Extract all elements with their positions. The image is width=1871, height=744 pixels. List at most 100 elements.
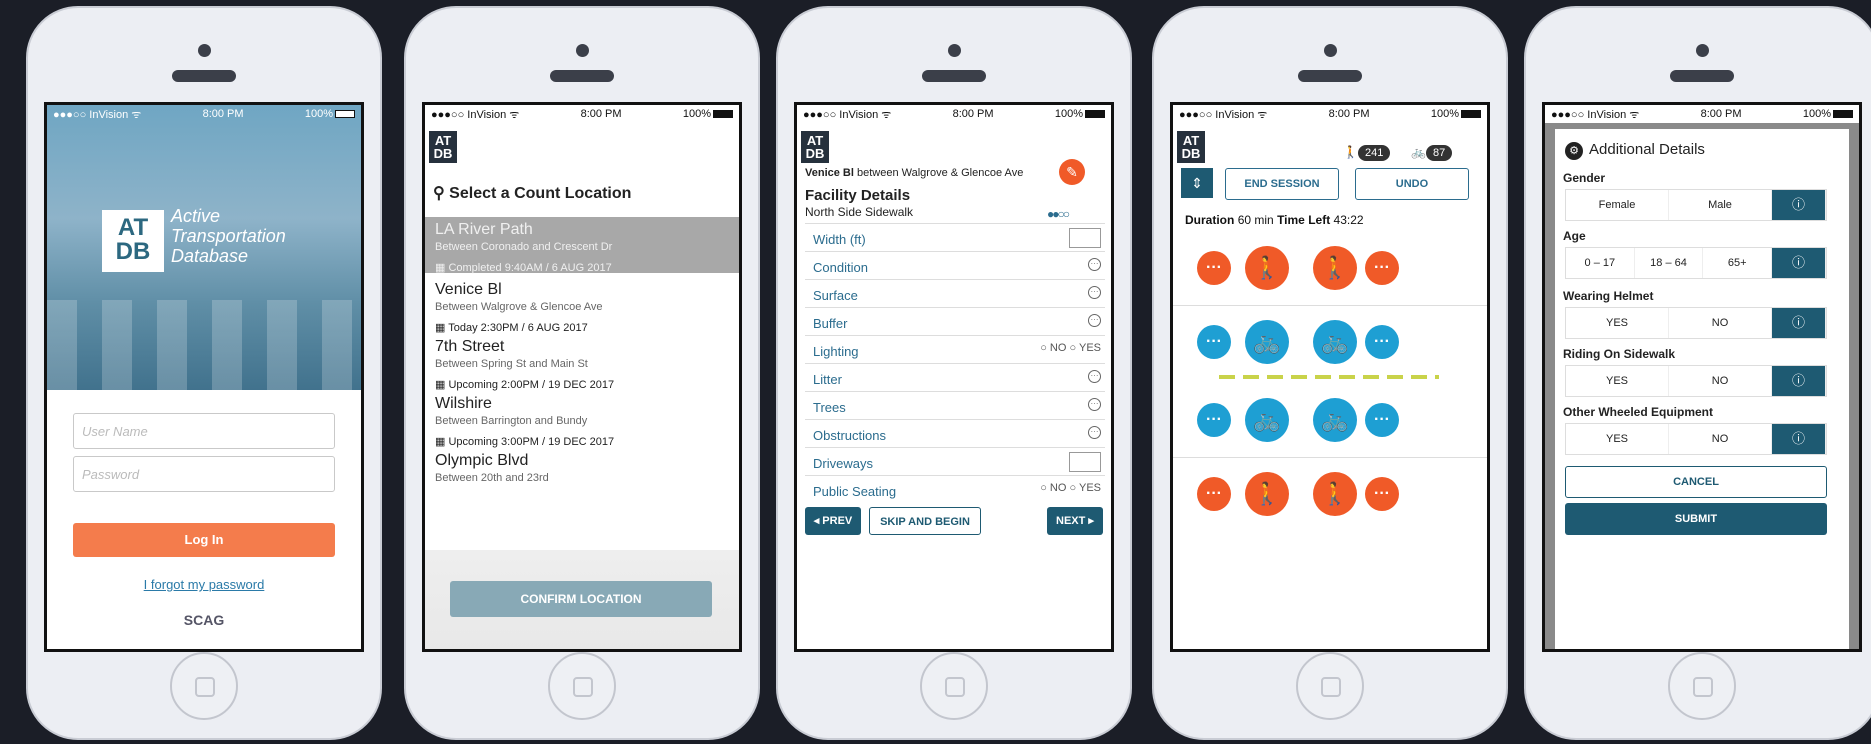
- row-lighting[interactable]: Lighting ○ NO ○ YES: [805, 335, 1105, 363]
- location-item[interactable]: Olympic Blvd Between 20th and 23rd: [425, 448, 739, 488]
- home-button[interactable]: [1296, 652, 1364, 720]
- home-button[interactable]: [548, 652, 616, 720]
- app-logo-small: AT DB: [801, 131, 829, 163]
- other-equipment-segment[interactable]: YES NO ⓘ: [1565, 423, 1827, 455]
- confirm-location-button[interactable]: CONFIRM LOCATION: [450, 581, 712, 617]
- pedestrian-add-icon[interactable]: 🚶: [1313, 246, 1357, 290]
- submit-button[interactable]: SUBMIT: [1565, 503, 1827, 535]
- no-option[interactable]: NO: [1669, 366, 1772, 396]
- skip-and-begin-button[interactable]: SKIP AND BEGIN: [869, 507, 981, 535]
- pedestrian-icon: 🚶: [1343, 145, 1358, 159]
- no-radio[interactable]: ○ NO: [1040, 342, 1066, 354]
- duration-text: Duration 60 min Time Left 43:22: [1185, 213, 1364, 227]
- row-surface[interactable]: Surface ···: [805, 279, 1105, 307]
- row-buffer[interactable]: Buffer ···: [805, 307, 1105, 335]
- row-driveways[interactable]: Driveways: [805, 447, 1105, 475]
- yes-radio[interactable]: ○ YES: [1069, 342, 1101, 354]
- password-input[interactable]: Password: [73, 456, 335, 492]
- age-18-64[interactable]: 18 – 64: [1635, 248, 1704, 278]
- more-icon[interactable]: ···: [1197, 251, 1231, 285]
- undo-button[interactable]: UNDO: [1355, 168, 1469, 200]
- home-button[interactable]: [170, 652, 238, 720]
- bike-add-icon[interactable]: 🚲: [1245, 320, 1289, 364]
- forgot-password-link[interactable]: I forgot my password: [47, 577, 361, 592]
- more-icon[interactable]: ···: [1088, 286, 1101, 299]
- location-header: Venice Bl between Walgrove & Glencoe Ave: [805, 167, 1024, 179]
- app-title: Active Transportation Database: [171, 206, 286, 266]
- details-screen: ●●●○○ InVision ᯤ 8:00 PM 100% ⚙ Additional …: [1542, 102, 1862, 652]
- yes-option[interactable]: YES: [1566, 366, 1669, 396]
- pencil-icon[interactable]: ✎: [1059, 159, 1085, 185]
- gender-segment[interactable]: Female Male ⓘ: [1565, 189, 1827, 221]
- female-option[interactable]: Female: [1566, 190, 1669, 220]
- age-0-17[interactable]: 0 – 17: [1566, 248, 1635, 278]
- location-screen: ●●●○○ InVision ᯤ 8:00 PM 100% AT DB ⚲ Sele…: [422, 102, 742, 652]
- prev-button[interactable]: ◂ PREV: [805, 507, 861, 535]
- cancel-button[interactable]: CANCEL: [1565, 466, 1827, 498]
- sidewalk-segment[interactable]: YES NO ⓘ: [1565, 365, 1827, 397]
- bike-add-icon[interactable]: 🚲: [1313, 398, 1357, 442]
- more-icon[interactable]: ···: [1197, 325, 1231, 359]
- location-item[interactable]: Venice Bl Between Walgrove & Glencoe Ave ▦…: [425, 277, 739, 338]
- bike-add-icon[interactable]: 🚲: [1245, 398, 1289, 442]
- calendar-icon: ▦: [435, 262, 449, 274]
- row-obstructions[interactable]: Obstructions ···: [805, 419, 1105, 447]
- row-condition[interactable]: Condition ···: [805, 251, 1105, 279]
- other-equipment-label: Other Wheeled Equipment: [1563, 405, 1714, 419]
- more-icon[interactable]: ···: [1088, 258, 1101, 271]
- collapse-icon[interactable]: ⇕: [1181, 168, 1213, 198]
- help-icon[interactable]: ⓘ: [1772, 308, 1826, 338]
- yes-radio[interactable]: ○ YES: [1069, 482, 1101, 494]
- bike-add-icon[interactable]: 🚲: [1313, 320, 1357, 364]
- row-trees[interactable]: Trees ···: [805, 391, 1105, 419]
- sidewalk-label: Riding On Sidewalk: [1563, 347, 1676, 361]
- width-input[interactable]: [1069, 228, 1101, 248]
- helmet-segment[interactable]: YES NO ⓘ: [1565, 307, 1827, 339]
- home-button[interactable]: [920, 652, 988, 720]
- page-dots: ●●○○: [1047, 207, 1070, 221]
- more-icon[interactable]: ···: [1088, 426, 1101, 439]
- age-segment[interactable]: 0 – 17 18 – 64 65+ ⓘ: [1565, 247, 1827, 279]
- yes-option[interactable]: YES: [1566, 424, 1669, 454]
- more-icon[interactable]: ···: [1365, 403, 1399, 437]
- row-width[interactable]: Width (ft): [805, 223, 1105, 251]
- driveways-input[interactable]: [1069, 452, 1101, 472]
- login-button[interactable]: Log In: [73, 523, 335, 557]
- pedestrian-add-icon[interactable]: 🚶: [1313, 472, 1357, 516]
- location-item[interactable]: LA River Path Between Coronado and Cresce…: [425, 217, 739, 274]
- male-option[interactable]: Male: [1669, 190, 1772, 220]
- section-subtitle: North Side Sidewalk: [805, 205, 914, 219]
- more-icon[interactable]: ···: [1088, 398, 1101, 411]
- home-button[interactable]: [1668, 652, 1736, 720]
- speaker: [172, 70, 236, 82]
- more-icon[interactable]: ···: [1365, 477, 1399, 511]
- pedestrian-add-icon[interactable]: 🚶: [1245, 472, 1289, 516]
- more-icon[interactable]: ···: [1197, 477, 1231, 511]
- more-icon[interactable]: ···: [1365, 251, 1399, 285]
- modal-overlay: ⚙ Additional Details Gender Female Male ⓘ A…: [1545, 123, 1859, 649]
- gender-label: Gender: [1563, 171, 1606, 185]
- help-icon[interactable]: ⓘ: [1772, 248, 1827, 278]
- no-option[interactable]: NO: [1669, 424, 1772, 454]
- more-icon[interactable]: ···: [1088, 370, 1101, 383]
- yes-option[interactable]: YES: [1566, 308, 1669, 338]
- age-65-plus[interactable]: 65+: [1703, 248, 1773, 278]
- more-icon[interactable]: ···: [1365, 325, 1399, 359]
- page-title: ⚲ Select a Count Location: [433, 185, 632, 202]
- no-option[interactable]: NO: [1669, 308, 1772, 338]
- username-input[interactable]: User Name: [73, 413, 335, 449]
- location-item[interactable]: 7th Street Between Spring St and Main St ▦…: [425, 334, 739, 395]
- help-icon[interactable]: ⓘ: [1772, 424, 1826, 454]
- more-icon[interactable]: ···: [1197, 403, 1231, 437]
- more-icon[interactable]: ···: [1088, 314, 1101, 327]
- help-icon[interactable]: ⓘ: [1772, 366, 1826, 396]
- next-button[interactable]: NEXT ▸: [1047, 507, 1103, 535]
- pedestrian-add-icon[interactable]: 🚶: [1245, 246, 1289, 290]
- calendar-icon: ▦: [435, 322, 449, 334]
- end-session-button[interactable]: END SESSION: [1225, 168, 1339, 200]
- row-litter[interactable]: Litter ···: [805, 363, 1105, 391]
- no-radio[interactable]: ○ NO: [1040, 482, 1066, 494]
- row-public-seating[interactable]: Public Seating ○ NO ○ YES: [805, 475, 1105, 503]
- location-item[interactable]: Wilshire Between Barrington and Bundy ▦ Up…: [425, 391, 739, 452]
- help-icon[interactable]: ⓘ: [1772, 190, 1826, 220]
